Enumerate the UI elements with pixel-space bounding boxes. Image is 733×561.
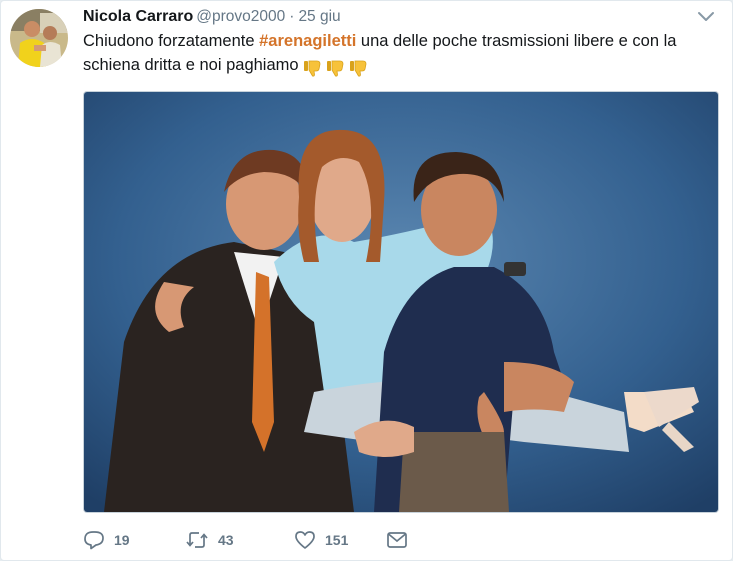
chevron-down-icon[interactable]: [696, 9, 716, 25]
tweet-actions: 19 43 151: [83, 529, 408, 551]
author-name[interactable]: Nicola Carraro: [83, 8, 193, 25]
tweet-text-before: Chiudono forzatamente: [83, 32, 260, 50]
thumbs-down-icon: [349, 60, 366, 77]
tweet-card[interactable]: Nicola Carraro @provo2000 · 25 giu Chiudono…: [0, 0, 733, 561]
heart-icon: [295, 531, 315, 549]
tweet-photo[interactable]: [83, 91, 719, 513]
like-button[interactable]: 151: [294, 530, 386, 550]
reply-button[interactable]: 19: [83, 530, 185, 550]
avatar-image: [10, 9, 68, 67]
hashtag-link[interactable]: #arenagiletti: [259, 32, 356, 50]
reply-icon: [84, 531, 104, 550]
thumbs-down-icon: [326, 60, 343, 77]
like-count: 151: [325, 532, 349, 548]
reply-count: 19: [114, 532, 130, 548]
header-separator: ·: [289, 8, 295, 25]
thumbs-down-icon: [303, 60, 320, 77]
tweet-text: Chiudono forzatamente #arenagiletti una …: [83, 29, 703, 80]
retweet-count: 43: [218, 532, 234, 548]
emoji-row: [303, 56, 372, 80]
retweet-button[interactable]: 43: [185, 530, 294, 550]
direct-message-button[interactable]: [386, 530, 408, 550]
avatar[interactable]: [10, 9, 68, 67]
retweet-icon: [186, 532, 208, 548]
author-handle[interactable]: @provo2000: [196, 8, 285, 25]
page: Nicola Carraro @provo2000 · 25 giu Chiudono…: [0, 0, 733, 561]
photo-image: [84, 92, 718, 512]
tweet-date[interactable]: 25 giu: [298, 8, 340, 25]
tweet-header: Nicola Carraro @provo2000 · 25 giu: [83, 7, 341, 27]
envelope-icon: [387, 532, 407, 548]
